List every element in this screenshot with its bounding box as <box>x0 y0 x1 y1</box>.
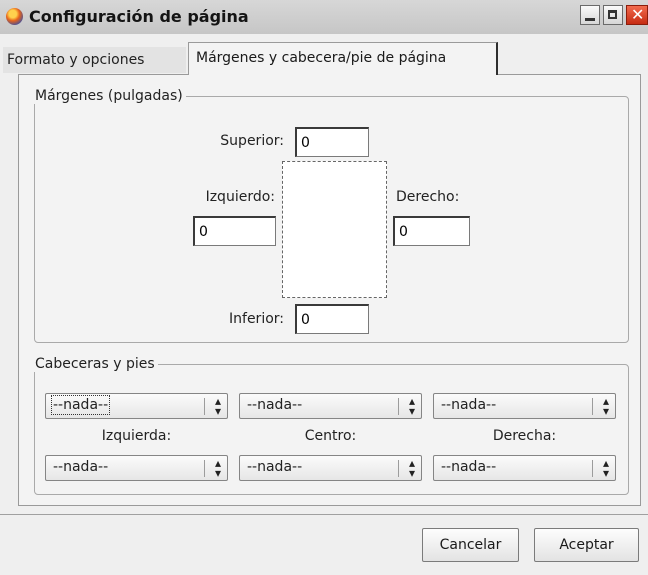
select-separator <box>398 398 399 415</box>
page-preview <box>282 161 387 298</box>
footer-center-select[interactable]: --nada-- ▴ ▾ <box>239 455 422 481</box>
updown-arrows-icon: ▴ ▾ <box>214 394 221 418</box>
column-label-right: Derecha: <box>492 428 557 444</box>
top-margin-label: Superior: <box>220 133 284 149</box>
column-label-left: Izquierda: <box>101 428 172 444</box>
updown-arrows-icon: ▴ ▾ <box>408 456 415 480</box>
firefox-icon <box>6 8 23 25</box>
column-label-center: Centro: <box>304 428 357 444</box>
footer-left-select[interactable]: --nada-- ▴ ▾ <box>45 455 228 481</box>
header-right-value: --nada-- <box>441 397 497 413</box>
footer-left-value: --nada-- <box>53 459 109 475</box>
select-separator <box>592 460 593 477</box>
window-title: Configuración de página <box>29 7 249 26</box>
margins-legend: Márgenes (pulgadas) <box>35 88 183 104</box>
minimize-icon <box>585 18 595 21</box>
top-margin-field[interactable] <box>295 127 369 157</box>
bottom-margin-label: Inferior: <box>229 311 284 327</box>
accept-button[interactable]: Aceptar <box>534 528 639 562</box>
select-separator <box>398 460 399 477</box>
close-button[interactable]: ✕ <box>626 5 648 25</box>
button-bar-divider <box>0 514 648 515</box>
maximize-icon <box>608 10 617 19</box>
minimize-button[interactable] <box>580 5 600 25</box>
header-center-select[interactable]: --nada-- ▴ ▾ <box>239 393 422 419</box>
bottom-margin-field[interactable] <box>295 304 369 334</box>
header-right-select[interactable]: --nada-- ▴ ▾ <box>433 393 616 419</box>
header-left-select[interactable]: --nada-- ▴ ▾ <box>45 393 228 419</box>
updown-arrows-icon: ▴ ▾ <box>408 394 415 418</box>
updown-arrows-icon: ▴ ▾ <box>602 456 609 480</box>
select-separator <box>592 398 593 415</box>
header-left-value: --nada-- <box>50 395 111 415</box>
footer-right-value: --nada-- <box>441 459 497 475</box>
footer-right-select[interactable]: --nada-- ▴ ▾ <box>433 455 616 481</box>
updown-arrows-icon: ▴ ▾ <box>602 394 609 418</box>
cancel-button[interactable]: Cancelar <box>422 528 519 562</box>
left-margin-label: Izquierdo: <box>205 189 275 205</box>
select-separator <box>204 460 205 477</box>
page-setup-dialog: Configuración de página ✕ Formato y opci… <box>0 0 648 575</box>
right-margin-label: Derecho: <box>396 189 460 205</box>
headers-footers-legend: Cabeceras y pies <box>35 356 155 372</box>
left-margin-field[interactable] <box>193 216 276 246</box>
footer-center-value: --nada-- <box>247 459 303 475</box>
updown-arrows-icon: ▴ ▾ <box>214 456 221 480</box>
tab-margins-header-footer[interactable]: Márgenes y cabecera/pie de página <box>188 42 498 75</box>
right-margin-field[interactable] <box>393 216 470 246</box>
close-icon: ✕ <box>631 5 645 24</box>
maximize-button[interactable] <box>603 5 623 25</box>
header-center-value: --nada-- <box>247 397 303 413</box>
select-separator <box>204 398 205 415</box>
title-bar[interactable]: Configuración de página ✕ <box>0 0 648 34</box>
tab-format-options[interactable]: Formato y opciones <box>3 47 186 73</box>
